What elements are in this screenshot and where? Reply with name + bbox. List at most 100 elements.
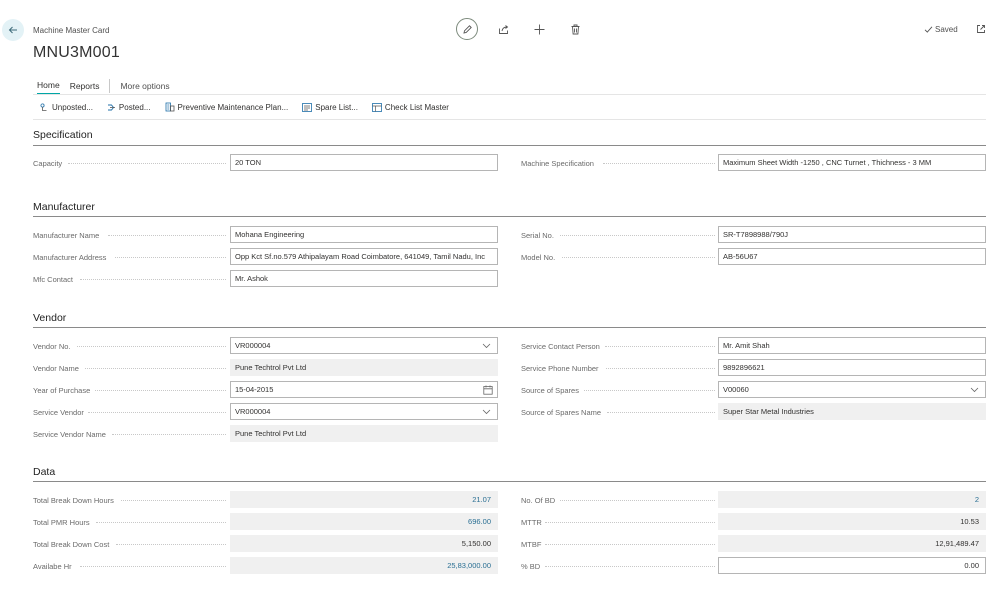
serial-no-field: Serial No. xyxy=(521,227,554,243)
delete-button[interactable] xyxy=(564,18,586,40)
arrow-left-icon xyxy=(8,26,17,34)
posted-action[interactable]: Posted... xyxy=(107,102,151,112)
manufacturer-address-label: Manufacturer Address xyxy=(33,252,107,262)
manufacturer-name-input[interactable]: Mohana Engineering xyxy=(230,226,498,243)
spare-list-action[interactable]: Spare List... xyxy=(302,102,358,112)
section-divider xyxy=(33,216,986,217)
section-manufacturer-title: Manufacturer xyxy=(33,201,95,213)
service-phone-field: Service Phone Number xyxy=(521,360,599,376)
label-leader xyxy=(545,544,715,545)
total-breakdown-cost-label: Total Break Down Cost xyxy=(33,539,110,549)
service-contact-person-label: Service Contact Person xyxy=(521,341,600,351)
manufacturer-address-field: Manufacturer Address xyxy=(33,249,106,265)
label-leader xyxy=(68,163,226,164)
total-pmr-hours-value[interactable]: 696.00 xyxy=(230,513,498,530)
total-pmr-hours-field: Total PMR Hours xyxy=(33,514,90,530)
manufacturer-name-field: Manufacturer Name xyxy=(33,227,99,243)
tab-more-options[interactable]: More options xyxy=(120,81,169,94)
mfc-contact-input[interactable]: Mr. Ashok xyxy=(230,270,498,287)
mfc-contact-label: Mfc Contact xyxy=(33,274,74,284)
model-no-input[interactable]: AB-56U67 xyxy=(718,248,986,265)
posted-icon xyxy=(107,104,115,110)
pct-bd-input[interactable]: 0.00 xyxy=(718,557,986,574)
tab-divider xyxy=(109,79,111,93)
total-breakdown-cost-field: Total Break Down Cost xyxy=(33,536,109,552)
chevron-down-icon xyxy=(970,387,979,393)
machine-spec-input[interactable]: Maximum Sheet Width -1250 , CNC Turnet ,… xyxy=(718,154,986,171)
label-leader xyxy=(80,566,226,567)
model-no-label: Model No. xyxy=(521,252,556,262)
service-vendor-field: Service Vendor xyxy=(33,404,84,420)
section-data-title: Data xyxy=(33,466,56,478)
saved-label: Saved xyxy=(935,25,958,34)
vendor-name-value: Pune Techtrol Pvt Ltd xyxy=(230,359,498,376)
no-of-bd-value[interactable]: 2 xyxy=(718,491,986,508)
section-specification-title: Specification xyxy=(33,129,93,141)
capacity-field: Capacity xyxy=(33,155,62,171)
available-hours-value[interactable]: 25,83,000.00 xyxy=(230,557,498,574)
action-bar-divider xyxy=(33,119,986,120)
serial-no-input[interactable]: SR-T7898988/790J xyxy=(718,226,986,243)
back-button[interactable] xyxy=(2,19,24,41)
vendor-no-select[interactable]: VR000004 xyxy=(230,337,498,354)
label-leader xyxy=(121,500,226,501)
total-breakdown-cost-value: 5,150.00 xyxy=(230,535,498,552)
label-leader xyxy=(607,412,715,413)
total-breakdown-hours-label: Total Break Down Hours xyxy=(33,495,114,505)
pct-bd-label: % BD xyxy=(521,561,541,571)
label-leader xyxy=(605,346,715,347)
label-leader xyxy=(116,544,226,545)
no-of-bd-label: No. Of BD xyxy=(521,495,556,505)
service-contact-person-input[interactable]: Mr. Amit Shah xyxy=(718,337,986,354)
total-breakdown-hours-value[interactable]: 21.07 xyxy=(230,491,498,508)
section-divider xyxy=(33,481,986,482)
service-vendor-name-field: Service Vendor Name xyxy=(33,426,106,442)
action-bar: Unposted... Posted... Preventive Mainten… xyxy=(40,102,463,112)
section-vendor-title: Vendor xyxy=(33,312,67,324)
available-hours-label: Availabe Hr xyxy=(33,561,72,571)
label-leader xyxy=(545,522,715,523)
vendor-no-field: Vendor No. xyxy=(33,338,71,354)
check-list-master-action[interactable]: Check List Master xyxy=(372,102,449,112)
year-of-purchase-input[interactable]: 15-04-2015 xyxy=(230,381,498,398)
capacity-input[interactable]: 20 TON xyxy=(230,154,498,171)
list-icon xyxy=(302,102,313,112)
edit-button[interactable] xyxy=(456,18,478,40)
source-of-spares-field: Source of Spares xyxy=(521,382,579,398)
preventive-maintenance-action[interactable]: Preventive Maintenance Plan... xyxy=(165,102,288,112)
chevron-down-icon xyxy=(482,409,491,415)
unposted-action[interactable]: Unposted... xyxy=(40,102,93,112)
checklist-icon xyxy=(372,102,382,112)
pencil-icon xyxy=(462,24,472,34)
tab-reports[interactable]: Reports xyxy=(70,81,100,94)
service-contact-person-field: Service Contact Person xyxy=(521,338,600,354)
tab-home[interactable]: Home xyxy=(37,80,60,95)
page-caption: Machine Master Card xyxy=(33,26,110,35)
label-leader xyxy=(560,235,715,236)
vendor-name-field: Vendor Name xyxy=(33,360,79,376)
popout-button[interactable] xyxy=(974,22,988,36)
source-of-spares-select[interactable]: V00060 xyxy=(718,381,986,398)
service-vendor-label: Service Vendor xyxy=(33,407,84,417)
label-leader xyxy=(77,346,226,347)
saved-status: Saved xyxy=(924,25,958,34)
service-phone-input[interactable]: 9892896621 xyxy=(718,359,986,376)
label-leader xyxy=(108,235,226,236)
source-of-spares-label: Source of Spares xyxy=(521,385,579,395)
check-icon xyxy=(924,26,933,33)
pct-bd-field: % BD xyxy=(521,558,540,574)
service-vendor-select[interactable]: VR000004 xyxy=(230,403,498,420)
vendor-no-label: Vendor No. xyxy=(33,341,71,351)
label-leader xyxy=(603,163,715,164)
label-leader xyxy=(606,368,715,369)
share-button[interactable] xyxy=(492,18,514,40)
tab-divider-line xyxy=(33,94,986,95)
calendar-icon[interactable] xyxy=(483,385,493,395)
manufacturer-address-input[interactable]: Opp Kct Sf.no.579 Athipalayam Road Coimb… xyxy=(230,248,498,265)
machine-spec-label: Machine Specification xyxy=(521,158,594,168)
new-button[interactable] xyxy=(528,18,550,40)
source-of-spares-name-value: Super Star Metal Industries xyxy=(718,403,986,420)
unposted-icon xyxy=(40,102,47,111)
label-leader xyxy=(562,257,715,258)
capacity-label: Capacity xyxy=(33,158,63,168)
